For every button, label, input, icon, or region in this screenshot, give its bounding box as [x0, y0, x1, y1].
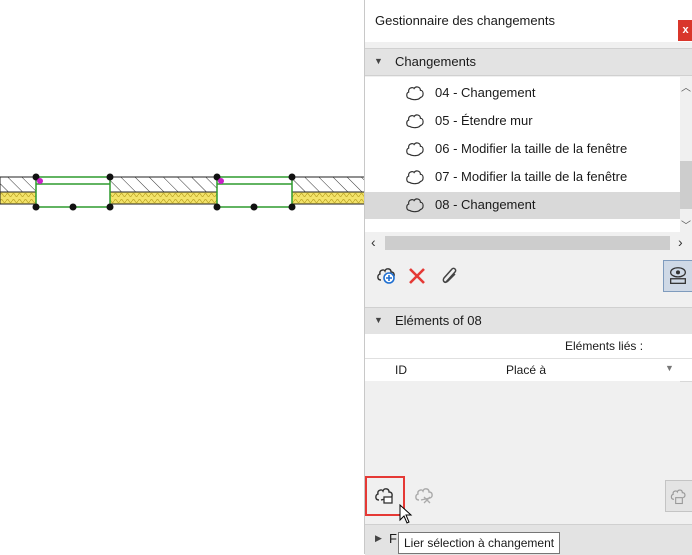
scroll-thumb[interactable] — [680, 161, 692, 209]
floor-plan-canvas[interactable] — [0, 0, 365, 554]
list-item[interactable]: 07 - Modifier la taille de la fenêtre — [365, 164, 680, 191]
changes-list[interactable]: 04 - Changement 05 - Étendre mur 06 - Modi… — [365, 77, 680, 232]
show-hide-icon — [670, 267, 686, 284]
changes-section-header[interactable]: ▼ Changements — [365, 48, 692, 76]
changes-vertical-scrollbar[interactable]: ︿ ﹀ — [680, 77, 692, 232]
column-dropdown-icon[interactable]: ▼ — [665, 363, 674, 373]
list-item-label: 04 - Changement — [435, 85, 536, 100]
panel-title: Gestionnaire des changements — [375, 13, 555, 28]
elements-section-label: Eléments of 08 — [395, 313, 482, 328]
collapse-triangle-icon: ▼ — [374, 56, 383, 66]
show-hide-button[interactable] — [663, 260, 692, 292]
link-icon[interactable] — [438, 264, 462, 288]
change-cloud-icon — [406, 86, 424, 101]
change-cloud-icon — [406, 114, 424, 129]
mouse-cursor-icon — [399, 504, 413, 524]
wall[interactable] — [0, 176, 365, 205]
elements-table-header: ID Placé à ▼ — [365, 358, 692, 382]
changes-toolbar — [365, 254, 692, 300]
list-item-label: 08 - Changement — [435, 197, 536, 212]
scroll-up-icon[interactable]: ︿ — [681, 79, 691, 94]
select-linked-button[interactable] — [665, 480, 692, 512]
change-cloud-icon — [406, 142, 424, 157]
collapse-triangle-icon: ▼ — [374, 315, 383, 325]
select-linked-icon — [670, 489, 686, 505]
elements-toolbar — [365, 476, 692, 524]
delete-icon[interactable] — [405, 264, 429, 288]
close-button[interactable]: x — [678, 20, 692, 41]
scroll-down-icon[interactable]: ﹀ — [681, 217, 691, 232]
change-cloud-icon — [406, 170, 424, 185]
horizontal-scroll-thumb[interactable] — [385, 236, 670, 250]
elements-section-header[interactable]: ▼ Eléments of 08 — [365, 307, 692, 335]
panel-titlebar: Gestionnaire des changements x — [365, 0, 692, 42]
list-item[interactable]: 04 - Changement — [365, 80, 680, 107]
change-cloud-icon — [406, 198, 424, 213]
list-item-label: 06 - Modifier la taille de la fenêtre — [435, 141, 628, 156]
linked-elements-label: Eléments liés : — [565, 339, 644, 353]
changes-horizontal-scrollbar[interactable]: ‹ › — [365, 232, 692, 254]
column-id[interactable]: ID — [395, 363, 407, 377]
new-change-icon[interactable] — [375, 264, 399, 288]
list-item-label: 05 - Étendre mur — [435, 113, 533, 128]
list-item-label: 07 - Modifier la taille de la fenêtre — [435, 169, 628, 184]
changes-section-label: Changements — [395, 54, 476, 69]
scroll-left-icon[interactable]: ‹ — [371, 234, 376, 250]
list-item[interactable]: 08 - Changement — [365, 192, 680, 219]
link-selection-icon — [375, 488, 393, 504]
column-placed[interactable]: Placé à — [506, 363, 546, 377]
elements-table-body[interactable] — [365, 381, 680, 476]
unlink-selection-icon[interactable] — [413, 484, 437, 508]
tooltip: Lier sélection à changement — [398, 532, 561, 554]
list-item[interactable]: 06 - Modifier la taille de la fenêtre — [365, 136, 680, 163]
expand-triangle-icon: ▶ — [375, 533, 382, 543]
change-manager-panel: Gestionnaire des changements x ▼ Changem… — [364, 0, 692, 555]
bottom-section-label: F — [389, 531, 397, 546]
scroll-right-icon[interactable]: › — [678, 234, 683, 250]
linked-elements-header: Eléments liés : — [365, 334, 692, 358]
list-item[interactable]: 05 - Étendre mur — [365, 108, 680, 135]
